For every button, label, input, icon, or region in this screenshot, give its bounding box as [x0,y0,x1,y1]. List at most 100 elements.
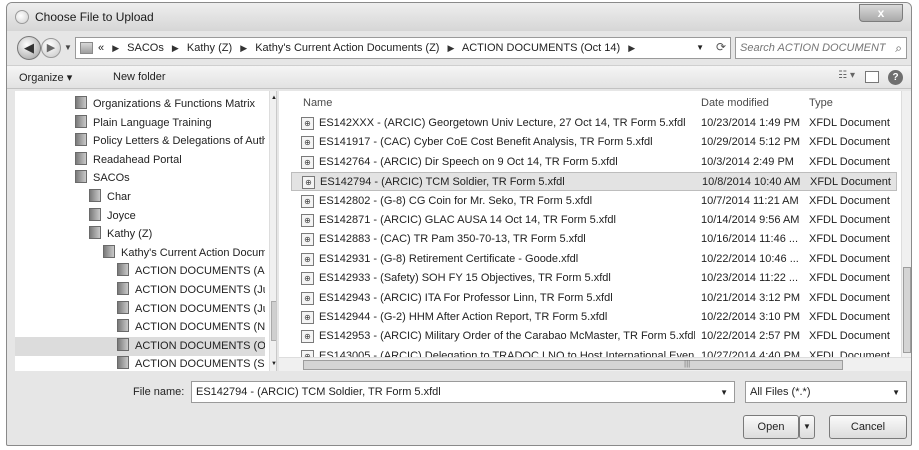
file-date-modified: 10/3/2014 2:49 PM [701,155,794,168]
file-type: XFDL Document [809,291,890,304]
address-bar[interactable]: « ▶ SACOs ▶ Kathy (Z) ▶ Kathy's Current … [75,37,731,59]
nav-tree-item[interactable]: ACTION DOCUMENTS (Oct 14 [15,336,265,356]
scroll-up-icon[interactable]: ▲ [271,95,276,101]
folder-icon [117,300,129,314]
file-row[interactable]: ⊕ ES142764 - (ARCIC) Dir Speech on 9 Oct … [291,153,897,172]
scroll-down-icon[interactable]: ▼ [271,361,276,367]
file-row[interactable]: ⊕ ES142802 - (G-8) CG Coin for Mr. Seko, … [291,192,897,211]
file-row[interactable]: ⊕ ES142931 - (G-8) Retirement Certificate… [291,250,897,269]
file-vscroll-thumb[interactable] [903,267,911,353]
file-row[interactable]: ⊕ ES142871 - (ARCIC) GLAC AUSA 14 Oct 14,… [291,211,897,230]
search-input[interactable] [740,41,886,55]
xfdl-file-icon: ⊕ [301,194,314,208]
nav-tree-item-label: ACTION DOCUMENTS (Jul 14) [135,284,265,296]
column-header-date[interactable]: Date modified [701,97,769,109]
nav-tree-item[interactable]: ACTION DOCUMENTS (Sep 14 [15,355,265,371]
nav-tree-item[interactable]: ACTION DOCUMENTS (Jun 14) [15,300,265,319]
file-row[interactable]: ⊕ ES142943 - (ARCIC) ITA For Professor Li… [291,289,897,308]
breadcrumb-separator-icon[interactable]: ▶ [240,43,247,53]
file-row[interactable]: ⊕ ES142883 - (CAC) TR Pam 350-70-13, TR F… [291,230,897,249]
nav-tree-item[interactable]: Joyce [15,207,265,226]
breadcrumb-separator-icon[interactable]: ▶ [628,43,635,53]
nav-tree-item[interactable]: Kathy (Z) [15,225,265,244]
file-row[interactable]: ⊕ ES142XXX - (ARCIC) Georgetown Univ Lect… [291,114,897,133]
back-arrow-icon[interactable]: ◀ [17,36,41,60]
nav-tree-item[interactable]: ACTION DOCUMENTS (Nov 14 [15,318,265,337]
new-folder-button[interactable]: New folder [113,71,166,83]
breadcrumb-sacos[interactable]: SACOs [127,42,164,54]
file-date-modified: 10/22/2014 3:10 PM [701,311,801,323]
breadcrumb-overflow[interactable]: « [98,42,104,54]
file-row[interactable]: ⊕ ES142933 - (Safety) SOH FY 15 Objective… [291,269,897,288]
folder-icon [103,244,115,258]
file-row[interactable]: ⊕ ES142953 - (ARCIC) Military Order of th… [291,327,897,346]
command-toolbar: Organize ▾ New folder ☷ ▾ ? [7,65,911,89]
nav-tree-item[interactable]: ACTION DOCUMENTS (Jul 14) [15,281,265,300]
column-header-name[interactable]: Name [303,97,332,109]
nav-tree-item[interactable]: Organizations & Functions Matrix [15,95,265,114]
file-name: ES142XXX - (ARCIC) Georgetown Univ Lectu… [319,117,686,129]
file-vertical-scrollbar[interactable] [901,91,911,357]
nav-tree-item[interactable]: Policy Letters & Delegations of Auth [15,132,265,151]
file-date-modified: 10/8/2014 10:40 AM [702,176,801,189]
breadcrumb-separator-icon[interactable]: ▶ [448,43,455,53]
breadcrumb: « ▶ SACOs ▶ Kathy (Z) ▶ Kathy's Current … [98,42,640,54]
nav-tree-item[interactable]: Plain Language Training [15,114,265,133]
preview-pane-icon[interactable] [865,71,879,83]
xfdl-file-icon: ⊕ [301,272,314,286]
address-chevron-down-icon[interactable]: ▼ [696,43,704,52]
nav-scrollbar[interactable]: ▲ ▼ [269,91,276,371]
forward-arrow-icon[interactable]: ▶ [41,38,61,58]
file-type: XFDL Document [809,117,890,129]
nav-tree-item[interactable]: ACTION DOCUMENTS (Aug 14 [15,262,265,281]
nav-scroll-thumb[interactable] [271,301,276,341]
nav-tree-item[interactable]: Char [15,188,265,207]
views-icon[interactable]: ☷ ▾ [838,70,855,81]
organize-button[interactable]: Organize ▾ [19,71,72,84]
file-date-modified: 10/23/2014 1:49 PM [701,117,801,129]
breadcrumb-action-docs-oct14[interactable]: ACTION DOCUMENTS (Oct 14) [462,42,620,54]
file-type-filter[interactable]: All Files (*.*) ▼ [745,381,907,403]
nav-tree-item[interactable]: Kathy's Current Action Documer [15,244,265,263]
filter-chevron-down-icon[interactable]: ▼ [892,388,900,397]
window-title: Choose File to Upload [35,10,154,24]
cancel-button[interactable]: Cancel [829,415,907,439]
filename-combobox[interactable]: ▼ [191,381,735,403]
nav-tree-item[interactable]: SACOs [15,169,265,188]
folder-icon [75,133,87,147]
nav-tree-item-label: Kathy's Current Action Documer [121,246,265,259]
breadcrumb-current-action-docs[interactable]: Kathy's Current Action Documents (Z) [255,42,439,54]
open-options-chevron-down-icon[interactable]: ▼ [799,415,815,439]
filename-label: File name: [133,386,185,398]
search-box[interactable]: ⌕ [735,37,907,59]
filename-chevron-down-icon[interactable]: ▼ [720,388,728,397]
nav-tree-item-label: Char [107,191,131,203]
close-button[interactable]: x [859,4,903,22]
refresh-icon[interactable]: ⟳ [716,40,726,54]
file-hscroll-thumb[interactable]: ||| [303,359,843,370]
file-row[interactable]: ⊕ ES141917 - (CAC) Cyber CoE Cost Benefit… [291,133,897,152]
xfdl-file-icon: ⊕ [301,155,314,169]
column-header-type[interactable]: Type [809,97,833,109]
file-horizontal-scrollbar[interactable]: ||| [279,357,911,371]
nav-tree-item-label: Joyce [107,209,136,222]
file-name: ES142883 - (CAC) TR Pam 350-70-13, TR Fo… [319,233,586,246]
breadcrumb-separator-icon[interactable]: ▶ [112,43,119,53]
file-row[interactable]: ⊕ ES142944 - (G-2) HHM After Action Repor… [291,308,897,327]
open-button[interactable]: Open [743,415,799,439]
file-name: ES142794 - (ARCIC) TCM Soldier, TR Form … [320,176,565,189]
xfdl-file-icon: ⊕ [301,233,314,247]
folder-icon [89,189,101,202]
file-row[interactable]: ⊕ ES142794 - (ARCIC) TCM Soldier, TR Form… [291,172,897,192]
xfdl-file-icon: ⊕ [302,176,315,190]
help-icon[interactable]: ? [888,70,903,85]
nav-tree-item[interactable]: Readahead Portal [15,151,265,170]
xfdl-file-icon: ⊕ [301,311,314,324]
file-type: XFDL Document [809,311,890,323]
filename-input[interactable] [196,385,712,399]
folder-icon [117,282,129,295]
search-icon[interactable]: ⌕ [895,41,902,56]
breadcrumb-kathy[interactable]: Kathy (Z) [187,42,232,54]
recent-pages-chevron-down-icon[interactable]: ▼ [64,43,72,52]
breadcrumb-separator-icon[interactable]: ▶ [172,43,179,53]
